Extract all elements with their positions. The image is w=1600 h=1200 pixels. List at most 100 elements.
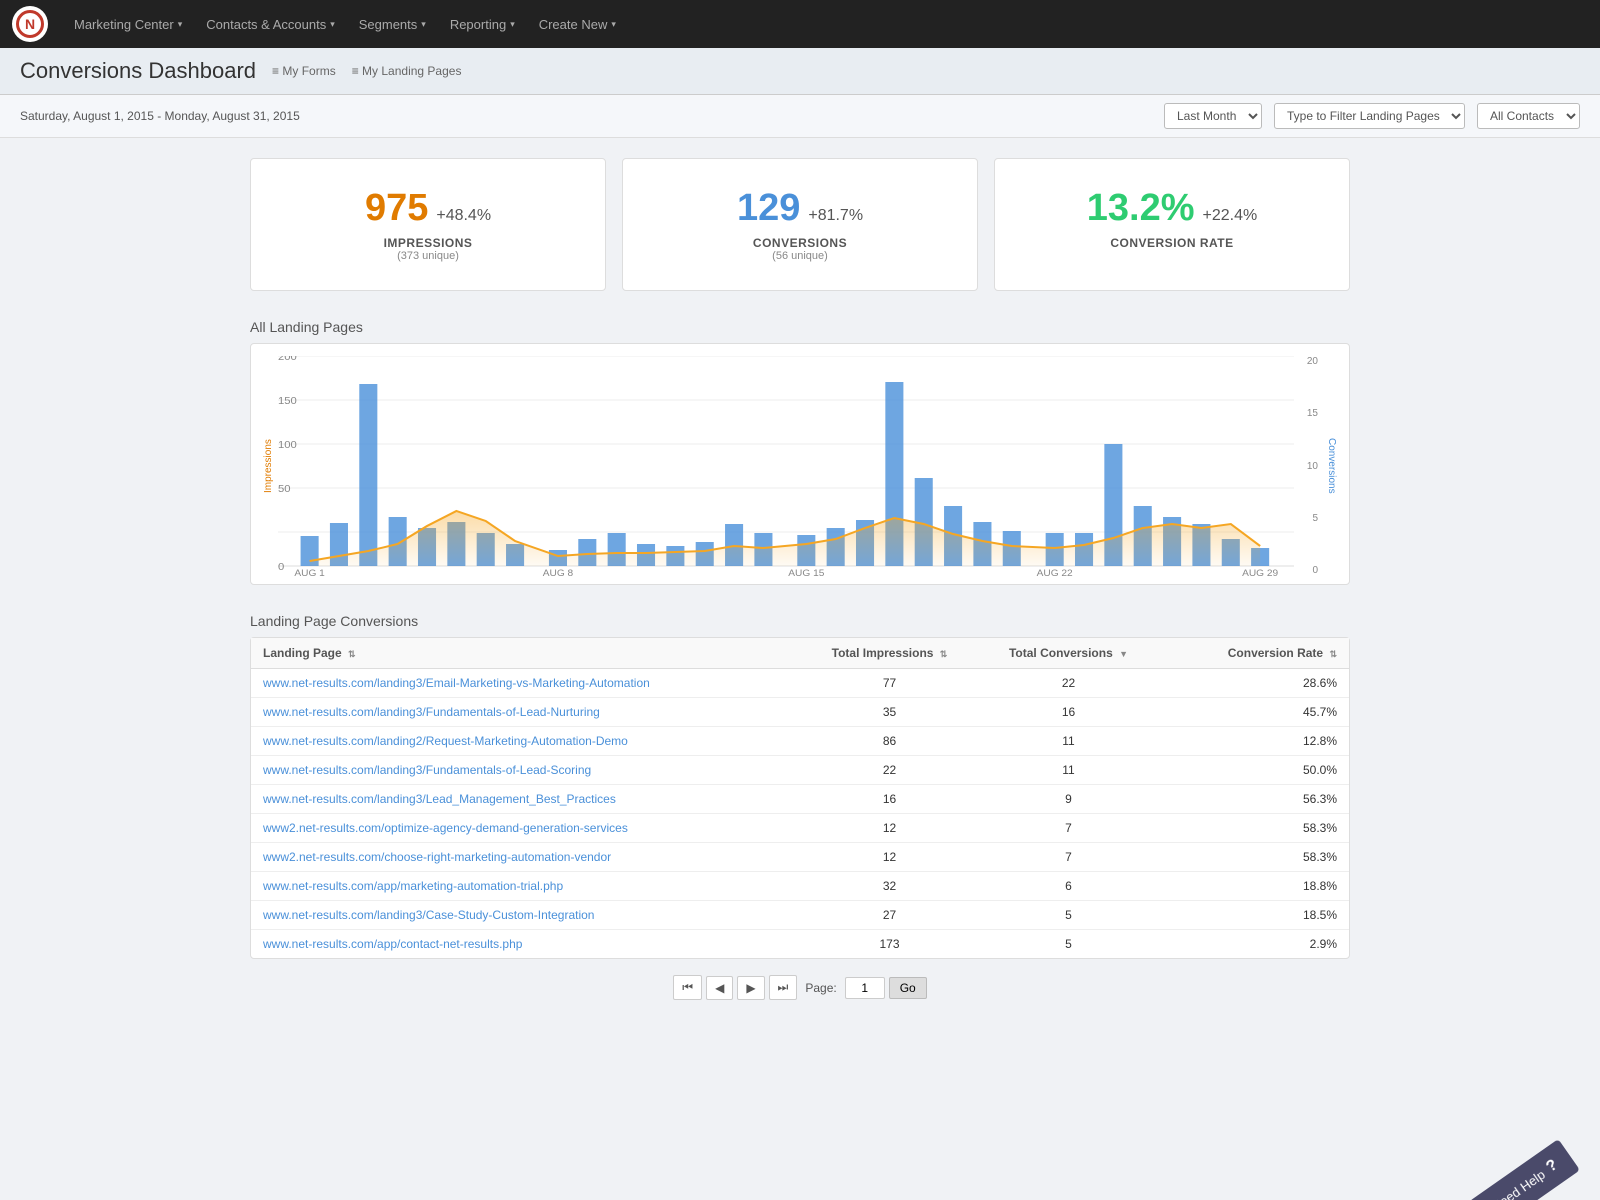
landing-page-filter[interactable]: Type to Filter Landing Pages: [1274, 103, 1465, 129]
date-range-display: Saturday, August 1, 2015 - Monday, Augus…: [20, 109, 1152, 123]
help-icon: ?: [1543, 1156, 1561, 1176]
landing-page-link[interactable]: www2.net-results.com/optimize-agency-dem…: [263, 821, 800, 835]
chevron-down-icon: ▾: [510, 19, 515, 30]
logo[interactable]: N: [12, 6, 48, 42]
conversions-cell: 11: [979, 734, 1158, 748]
rate-label: CONVERSION RATE: [1011, 236, 1333, 250]
svg-text:200: 200: [278, 356, 297, 363]
table-body: www.net-results.com/landing3/Email-Marke…: [251, 669, 1349, 958]
table-row: www.net-results.com/landing3/Case-Study-…: [251, 901, 1349, 930]
conversions-cell: 7: [979, 821, 1158, 835]
landing-page-link[interactable]: www.net-results.com/app/marketing-automa…: [263, 879, 800, 893]
svg-text:AUG 15: AUG 15: [788, 568, 824, 576]
filters-bar: Saturday, August 1, 2015 - Monday, Augus…: [0, 95, 1600, 138]
svg-text:50: 50: [278, 484, 291, 495]
impressions-cell: 16: [800, 792, 979, 806]
landing-page-link[interactable]: www.net-results.com/landing3/Email-Marke…: [263, 676, 800, 690]
page-header: Conversions Dashboard ≡ My Forms ≡ My La…: [0, 48, 1600, 95]
nav-item-marketing-center[interactable]: Marketing Center ▾: [64, 11, 192, 38]
pagination: ⏮ ◀ ▶ ⏭ Page: Go: [250, 959, 1350, 1016]
landing-page-link[interactable]: www2.net-results.com/choose-right-market…: [263, 850, 800, 864]
svg-text:AUG 22: AUG 22: [1037, 568, 1073, 576]
rate-delta: +22.4%: [1203, 207, 1258, 225]
conversions-label: CONVERSIONS: [639, 236, 961, 250]
col-header-page[interactable]: Landing Page ⇅: [263, 646, 800, 660]
chart-container: Impressions 200 150 100 50: [250, 343, 1350, 585]
period-select[interactable]: Last Month: [1164, 103, 1262, 129]
nav-item-reporting[interactable]: Reporting ▾: [440, 11, 525, 38]
rate-cell: 18.5%: [1158, 908, 1337, 922]
page-number-input[interactable]: [845, 977, 885, 999]
prev-page-button[interactable]: ◀: [706, 976, 733, 1000]
landing-page-link[interactable]: www.net-results.com/app/contact-net-resu…: [263, 937, 800, 951]
svg-text:150: 150: [278, 396, 297, 407]
impressions-cell: 86: [800, 734, 979, 748]
impressions-number: 975: [365, 187, 428, 230]
my-forms-link[interactable]: ≡ My Forms: [272, 64, 336, 78]
impressions-cell: 12: [800, 850, 979, 864]
col-header-rate[interactable]: Conversion Rate ⇅: [1158, 646, 1337, 660]
conversions-cell: 7: [979, 850, 1158, 864]
chart-title: All Landing Pages: [250, 319, 1350, 335]
go-button[interactable]: Go: [889, 977, 927, 999]
conversions-cell: 22: [979, 676, 1158, 690]
need-help-button[interactable]: Need Help ?: [1469, 1139, 1580, 1200]
conversions-sublabel: (56 unique): [639, 250, 961, 262]
main-content: 975 +48.4% IMPRESSIONS (373 unique) 129 …: [230, 138, 1370, 1036]
table-header: Landing Page ⇅ Total Impressions ⇅ Total…: [251, 638, 1349, 669]
impressions-cell: 27: [800, 908, 979, 922]
landing-page-link[interactable]: www.net-results.com/landing2/Request-Mar…: [263, 734, 800, 748]
conversions-number: 129: [737, 187, 800, 230]
sort-icon-impressions: ⇅: [940, 649, 948, 659]
page-label: Page:: [805, 981, 836, 995]
impressions-delta: +48.4%: [436, 207, 491, 225]
chevron-down-icon: ▾: [611, 19, 616, 30]
landing-page-table: Landing Page ⇅ Total Impressions ⇅ Total…: [250, 637, 1350, 959]
chevron-down-icon: ▾: [178, 19, 183, 30]
table-row: www.net-results.com/landing3/Lead_Manage…: [251, 785, 1349, 814]
rate-cell: 2.9%: [1158, 937, 1337, 951]
chevron-down-icon: ▾: [330, 19, 335, 30]
stat-card-conversions: 129 +81.7% CONVERSIONS (56 unique): [622, 158, 978, 291]
conversions-cell: 6: [979, 879, 1158, 893]
y-axis-right-label: Conversions: [1322, 356, 1341, 576]
landing-page-link[interactable]: www.net-results.com/landing3/Fundamental…: [263, 705, 800, 719]
impressions-label: IMPRESSIONS: [267, 236, 589, 250]
table-row: www.net-results.com/app/contact-net-resu…: [251, 930, 1349, 958]
rate-number: 13.2%: [1087, 187, 1195, 230]
table-section-title: Landing Page Conversions: [250, 613, 1350, 629]
col-header-conversions[interactable]: Total Conversions ▼: [979, 646, 1158, 660]
stat-card-rate: 13.2% +22.4% CONVERSION RATE: [994, 158, 1350, 291]
conversions-delta: +81.7%: [808, 207, 863, 225]
landing-page-link[interactable]: www.net-results.com/landing3/Lead_Manage…: [263, 792, 800, 806]
nav-item-create-new[interactable]: Create New ▾: [529, 11, 626, 38]
table-row: www.net-results.com/landing3/Fundamental…: [251, 698, 1349, 727]
top-navigation: N Marketing Center ▾ Contacts & Accounts…: [0, 0, 1600, 48]
rate-cell: 58.3%: [1158, 850, 1337, 864]
conversions-cell: 9: [979, 792, 1158, 806]
chart-section: All Landing Pages Impressions 200: [250, 319, 1350, 585]
landing-page-link[interactable]: www.net-results.com/landing3/Fundamental…: [263, 763, 800, 777]
chart-svg: 200 150 100 50 0: [278, 356, 1294, 576]
svg-text:AUG 8: AUG 8: [543, 568, 573, 576]
conversions-cell: 11: [979, 763, 1158, 777]
landing-page-link[interactable]: www.net-results.com/landing3/Case-Study-…: [263, 908, 800, 922]
stat-card-impressions: 975 +48.4% IMPRESSIONS (373 unique): [250, 158, 606, 291]
table-row: www.net-results.com/app/marketing-automa…: [251, 872, 1349, 901]
next-page-button[interactable]: ▶: [737, 976, 764, 1000]
my-landing-pages-link[interactable]: ≡ My Landing Pages: [352, 64, 462, 78]
contacts-filter[interactable]: All Contacts: [1477, 103, 1580, 129]
first-page-button[interactable]: ⏮: [673, 975, 702, 1000]
svg-text:AUG 29: AUG 29: [1242, 568, 1278, 576]
nav-item-contacts-accounts[interactable]: Contacts & Accounts ▾: [196, 11, 344, 38]
impressions-cell: 22: [800, 763, 979, 777]
table-section-wrapper: Landing Page Conversions Landing Page ⇅ …: [250, 613, 1350, 959]
sort-icon-rate: ⇅: [1329, 649, 1337, 659]
last-page-button[interactable]: ⏭: [769, 975, 798, 1000]
rate-cell: 50.0%: [1158, 763, 1337, 777]
table-row: www2.net-results.com/optimize-agency-dem…: [251, 814, 1349, 843]
col-header-impressions[interactable]: Total Impressions ⇅: [800, 646, 979, 660]
nav-item-segments[interactable]: Segments ▾: [349, 11, 436, 38]
table-row: www.net-results.com/landing3/Email-Marke…: [251, 669, 1349, 698]
stat-cards: 975 +48.4% IMPRESSIONS (373 unique) 129 …: [250, 158, 1350, 291]
